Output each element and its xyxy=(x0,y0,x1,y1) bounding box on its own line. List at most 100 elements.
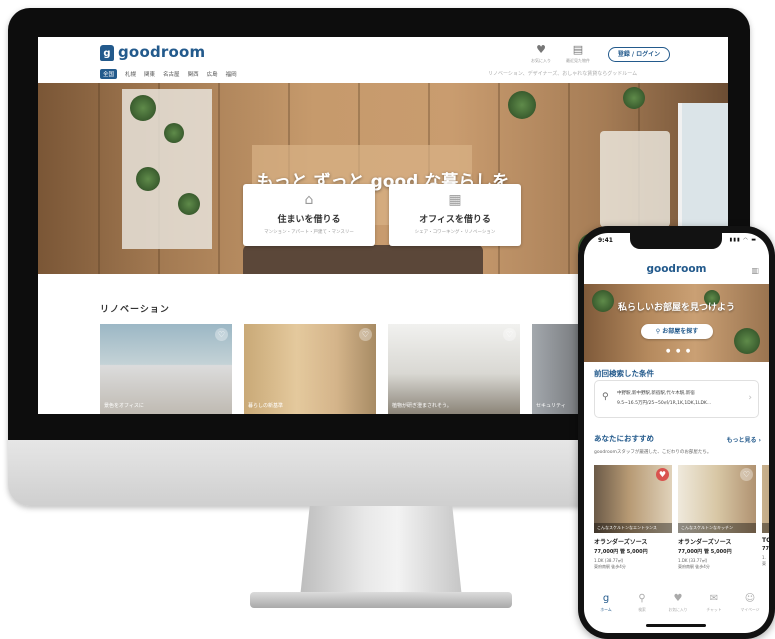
see-more-link[interactable]: もっと見る › xyxy=(726,435,761,444)
rent-home-subtitle: マンション・アパート・戸建て・マンスリー xyxy=(264,230,354,235)
chevron-right-icon: › xyxy=(748,393,752,403)
renovation-photo-caption: 暮らしの新基準 xyxy=(248,403,284,409)
heart-icon[interactable]: ♡ xyxy=(359,328,372,341)
tab-search-label: 検索 xyxy=(638,607,646,612)
heart-icon: ♥ xyxy=(536,43,546,56)
tab-chat[interactable]: ✉ チャット xyxy=(696,593,732,613)
rent-office-subtitle: シェア・コワーキング・リノベーション xyxy=(414,230,496,235)
recommend-title: あなたにおすすめ xyxy=(594,434,654,443)
phone-notch xyxy=(630,233,722,249)
heart-icon: ♥ xyxy=(673,593,683,604)
renovation-photo-caption: セキュリティ xyxy=(536,403,566,409)
region-tab-sapporo[interactable]: 札幌 xyxy=(125,70,136,78)
rent-home-card[interactable]: ⌂ 住まいを借りる マンション・アパート・戸建て・マンスリー xyxy=(243,184,375,246)
room-card[interactable]: TC 77 1. 東 xyxy=(762,465,769,567)
find-room-button[interactable]: ⚲ お部屋を探す xyxy=(641,324,713,339)
room-card-caption: こんなスケルトンなキッチン xyxy=(678,523,756,533)
imac-stand xyxy=(300,506,462,598)
login-button[interactable]: 登録 / ログイン xyxy=(608,47,670,62)
last-search-card[interactable]: ⚲ 中野駅,新中野駅,新宿駅,代々木駅,新宿 9.5~16.5万円/25~50㎡… xyxy=(594,380,759,418)
room-card[interactable]: ♡ こんなスケルトンなキッチン オランダーズソース 77,000円 管 5,00… xyxy=(678,465,756,570)
region-tab-fukuoka[interactable]: 福岡 xyxy=(226,70,237,78)
user-icon: ☺ xyxy=(744,593,756,604)
device-mockup-stage: g goodroom ♥ お気に入り ▤ 最近見た物件 登録 / ログイン 全国… xyxy=(0,0,775,639)
tab-favorites-label: お気に入り xyxy=(668,607,688,612)
heart-icon[interactable]: ♥ xyxy=(656,468,669,481)
renovation-section-title: リノベーション xyxy=(100,305,170,315)
last-search-stations: 中野駅,新中野駅,新宿駅,代々木駅,新宿 xyxy=(617,391,695,396)
recommend-description: goodroomスタッフが厳選した、こだわりのお部屋たち。 xyxy=(594,450,712,455)
room-card-name: オランダーズソース xyxy=(678,539,732,546)
favorites-button[interactable]: ♥ お気に入り xyxy=(526,44,556,64)
region-tab-kanto[interactable]: 関東 xyxy=(144,70,155,78)
find-room-label: お部屋を探す xyxy=(662,328,699,335)
history-button[interactable]: ▤ 最近見た物件 xyxy=(563,44,593,64)
status-icons: ▮▮▮ ◠ ▬ xyxy=(729,237,757,243)
site-tagline: リノベーション、デザイナーズ、おしゃれな賃貸ならグッドルーム xyxy=(488,71,638,77)
home-icon: g xyxy=(602,593,610,604)
status-time: 9:41 xyxy=(598,237,613,244)
phone-hero-banner: 私らしいお部屋を見つけよう ⚲ お部屋を探す ● ● ● xyxy=(584,284,769,362)
rent-home-title: 住まいを借りる xyxy=(277,215,341,225)
last-search-conditions: 9.5~16.5万円/25~50㎡/1R,1K,1DK,1LDK... xyxy=(617,401,712,406)
room-card[interactable]: ♥ こんなスケルトンなエントランス オランダーズソース 77,000円 管 5,… xyxy=(594,465,672,570)
hero-title: もっと ずっと good な暮らしを xyxy=(256,172,510,192)
house-icon: ⌂ xyxy=(304,192,314,208)
room-card-layout: 1.DK (33.77㎡) xyxy=(678,558,708,563)
room-card-name: TC xyxy=(762,537,769,544)
heart-icon[interactable]: ♡ xyxy=(503,328,516,341)
room-card-price: 77 xyxy=(762,546,769,552)
room-card-price: 77,000円 管 5,000円 xyxy=(678,549,732,555)
search-icon: ⚲ xyxy=(638,593,646,604)
history-icon: ▤ xyxy=(572,43,584,56)
tab-home[interactable]: g ホーム xyxy=(588,593,624,613)
tab-mypage-label: マイページ xyxy=(740,607,760,612)
rent-office-card[interactable]: ▦ オフィスを借りる シェア・コワーキング・リノベーション xyxy=(389,184,521,246)
home-indicator[interactable] xyxy=(646,624,706,627)
tab-home-label: ホーム xyxy=(600,607,612,612)
last-search-title: 前回検索した条件 xyxy=(594,369,654,378)
phone-site-logo[interactable]: goodroom xyxy=(584,263,769,275)
site-header: g goodroom ♥ お気に入り ▤ 最近見た物件 登録 / ログイン 全国… xyxy=(38,37,728,83)
chat-icon: ✉ xyxy=(709,593,719,604)
room-card-caption xyxy=(762,523,769,533)
renovation-photo-caption: 植物が研ぎ澄まされそう。 xyxy=(392,403,452,409)
search-icon: ⚲ xyxy=(655,328,661,335)
renovation-photo[interactable]: ♡ 暮らしの新基準 xyxy=(244,324,376,414)
tab-chat-label: チャット xyxy=(706,607,722,612)
carousel-dots[interactable]: ● ● ● xyxy=(666,348,692,354)
tab-favorites[interactable]: ♥ お気に入り xyxy=(660,593,696,613)
region-tab-hiroshima[interactable]: 広島 xyxy=(207,70,218,78)
history-caption: 最近見た物件 xyxy=(566,58,590,63)
room-card-layout: 1.DK (38.77㎡) xyxy=(594,558,624,563)
region-tab-nagoya[interactable]: 名古屋 xyxy=(163,70,180,78)
rent-office-title: オフィスを借りる xyxy=(419,215,491,225)
menu-icon[interactable]: ▥ xyxy=(751,266,759,275)
phone-screen: 9:41 ▮▮▮ ◠ ▬ goodroom ▥ 私らしいお部屋を見つけよう ⚲ … xyxy=(584,233,769,633)
tab-search[interactable]: ⚲ 検索 xyxy=(624,593,660,613)
heart-icon[interactable]: ♡ xyxy=(215,328,228,341)
room-card-access: 東府南駅 徒歩4分 xyxy=(594,564,626,569)
heart-icon[interactable]: ♡ xyxy=(740,468,753,481)
renovation-photo[interactable]: ♡ 景色をオフィスに xyxy=(100,324,232,414)
tab-mypage[interactable]: ☺ マイページ xyxy=(732,593,768,613)
region-tab-kansai[interactable]: 関西 xyxy=(188,70,199,78)
region-nav: 全国 札幌 関東 名古屋 関西 広島 福岡 xyxy=(100,69,237,79)
room-card-name: オランダーズソース xyxy=(594,539,648,546)
search-icon: ⚲ xyxy=(602,392,609,402)
imac-stand-foot xyxy=(250,592,512,608)
room-card-price: 77,000円 管 5,000円 xyxy=(594,549,648,555)
phone-hero-title: 私らしいお部屋を見つけよう xyxy=(617,303,735,313)
room-card-access: 東府南駅 徒歩4分 xyxy=(678,564,710,569)
site-logo[interactable]: goodroom xyxy=(118,43,205,61)
room-card-caption: こんなスケルトンなエントランス xyxy=(594,523,672,533)
goodroom-logo-icon[interactable]: g xyxy=(100,45,114,61)
hero-sofa-decoration xyxy=(243,245,483,274)
renovation-photo[interactable]: ♡ 植物が研ぎ澄まされそう。 xyxy=(388,324,520,414)
region-tab-all[interactable]: 全国 xyxy=(100,69,118,79)
favorites-caption: お気に入り xyxy=(531,58,551,63)
building-icon: ▦ xyxy=(448,192,462,208)
room-card-layout: 1. xyxy=(762,555,766,560)
room-card-access: 東 xyxy=(762,561,766,566)
apple-logo-icon xyxy=(360,450,398,492)
